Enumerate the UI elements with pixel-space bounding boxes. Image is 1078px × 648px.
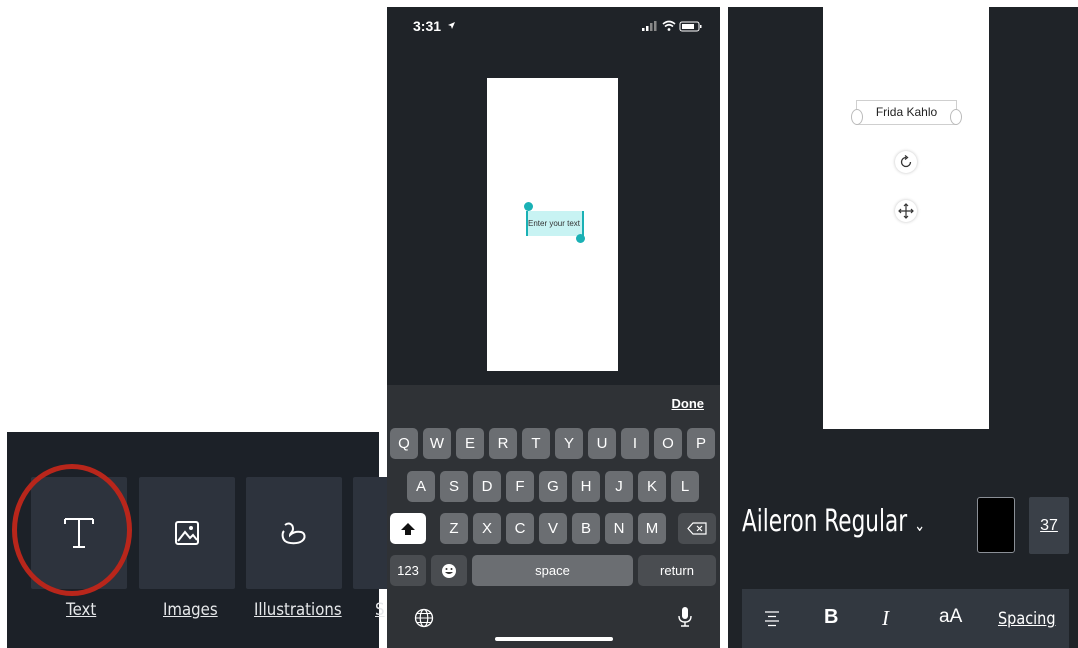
location-icon [448, 22, 455, 29]
spacing-button[interactable]: Spacing [998, 609, 1055, 629]
key-e[interactable]: E [456, 428, 484, 459]
shift-key[interactable] [390, 513, 426, 544]
key-k[interactable]: K [638, 471, 666, 502]
status-icons [642, 20, 702, 32]
globe-icon[interactable] [414, 608, 434, 628]
case-button[interactable]: aA [939, 606, 962, 628]
key-a[interactable]: A [407, 471, 435, 502]
key-m[interactable]: M [638, 513, 666, 544]
illustrations-tile[interactable] [246, 477, 342, 589]
rotate-handle[interactable] [524, 202, 533, 211]
illustration-icon [281, 522, 306, 545]
image-icon [175, 521, 199, 545]
key-t[interactable]: T [522, 428, 550, 459]
key-h[interactable]: H [572, 471, 600, 502]
emoji-key[interactable] [431, 555, 467, 586]
images-tile[interactable] [139, 477, 235, 589]
more-label[interactable]: S [375, 600, 385, 620]
key-p[interactable]: P [687, 428, 715, 459]
key-n[interactable]: N [605, 513, 633, 544]
wifi-icon [662, 20, 676, 31]
move-icon[interactable] [895, 200, 917, 222]
key-o[interactable]: O [654, 428, 682, 459]
key-w[interactable]: W [423, 428, 451, 459]
home-indicator [495, 637, 613, 641]
space-key[interactable]: space [472, 555, 633, 586]
font-name: Aileron Regular [742, 504, 908, 539]
format-toolbar: B I aA Spacing [742, 589, 1069, 648]
design-canvas[interactable]: Frida Kahlo [823, 7, 989, 429]
highlight-circle [12, 464, 132, 596]
shift-icon [401, 522, 415, 535]
key-q[interactable]: Q [390, 428, 418, 459]
key-b[interactable]: B [572, 513, 600, 544]
key-d[interactable]: D [473, 471, 501, 502]
phone-screen-keyboard: 3:31 Enter your text Done Q W E R T Y U … [387, 7, 720, 648]
left-resize-handle[interactable] [851, 109, 863, 125]
key-c[interactable]: C [506, 513, 534, 544]
emoji-icon [442, 563, 456, 578]
key-g[interactable]: G [539, 471, 567, 502]
text-element-content: Frida Kahlo [875, 105, 938, 119]
key-y[interactable]: Y [555, 428, 583, 459]
key-z[interactable]: Z [440, 513, 468, 544]
done-button[interactable]: Done [672, 396, 705, 411]
key-v[interactable]: V [539, 513, 567, 544]
design-canvas[interactable]: Enter your text [487, 78, 618, 371]
microphone-icon[interactable] [677, 606, 693, 628]
backspace-key[interactable] [678, 513, 716, 544]
return-key[interactable]: return [638, 555, 716, 586]
color-swatch[interactable] [977, 497, 1015, 553]
key-r[interactable]: R [489, 428, 517, 459]
keyboard: Done Q W E R T Y U I O P A S D F G H J K… [387, 385, 720, 648]
text-box-placeholder: Enter your text [528, 219, 581, 228]
italic-button[interactable]: I [882, 606, 889, 631]
key-l[interactable]: L [671, 471, 699, 502]
numbers-key[interactable]: 123 [390, 555, 426, 586]
key-u[interactable]: U [588, 428, 616, 459]
element-toolbar: Text Images Illustrations S [7, 432, 449, 648]
text-element[interactable]: Frida Kahlo [851, 100, 962, 125]
signal-icon [642, 21, 657, 31]
text-edit-screen: Frida Kahlo Aileron Regular ⌄ 37 B I aA S… [728, 7, 1078, 648]
bold-button[interactable]: B [824, 606, 838, 629]
key-s[interactable]: S [440, 471, 468, 502]
key-x[interactable]: X [473, 513, 501, 544]
status-time: 3:31 [413, 18, 442, 34]
font-selector[interactable]: Aileron Regular ⌄ [742, 504, 925, 539]
key-f[interactable]: F [506, 471, 534, 502]
font-size-field[interactable]: 37 [1029, 497, 1069, 554]
battery-icon [679, 21, 702, 32]
right-resize-handle[interactable] [950, 109, 962, 125]
text-box[interactable]: Enter your text [526, 211, 584, 236]
chevron-down-icon: ⌄ [914, 515, 926, 536]
resize-handle[interactable] [576, 234, 585, 243]
backspace-icon [687, 522, 707, 535]
key-i[interactable]: I [621, 428, 649, 459]
rotate-icon[interactable] [895, 151, 917, 173]
text-label[interactable]: Text [66, 600, 96, 620]
align-icon[interactable] [764, 610, 780, 627]
key-j[interactable]: J [605, 471, 633, 502]
images-label[interactable]: Images [163, 600, 218, 620]
illustrations-label[interactable]: Illustrations [254, 600, 342, 620]
